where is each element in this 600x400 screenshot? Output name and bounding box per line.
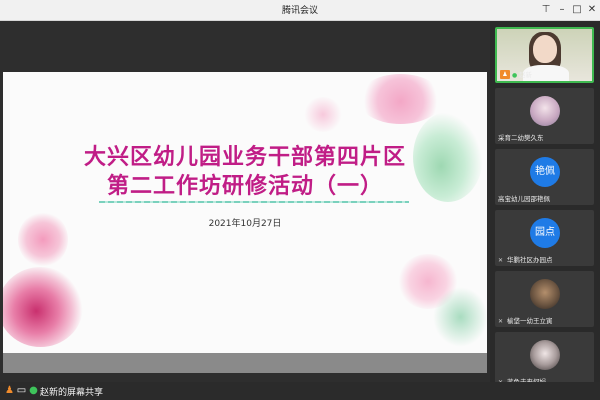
screen-share-label: 赵新的屏幕共享 [40, 388, 104, 398]
participant-tile[interactable]: 园点 ✕ 华鹏社区办园点 [495, 210, 594, 266]
participant-name: 高宝幼儿园邵艳佩 [498, 195, 550, 203]
slide-bottom-strip [3, 353, 487, 373]
participant-panel: ♟ ● 赵新 采育二幼樊久东 艳佩 高宝幼儿园邵艳佩 园点 ✕ 华鹏社区办园点 … [490, 21, 600, 388]
window-title: 腾讯会议 [281, 6, 318, 16]
participant-name: 华鹏社区办园点 [507, 256, 553, 264]
participant-tile[interactable]: ✕ 榆垡一幼王立寅 [495, 271, 594, 327]
slide-title-line1: 大兴区幼儿园业务干部第四片区 [83, 145, 406, 170]
avatar [530, 96, 560, 126]
slide-divider [99, 201, 409, 203]
close-button[interactable]: ✕ [584, 2, 600, 18]
avatar [530, 279, 560, 309]
user-icon: ♟ [500, 70, 510, 79]
participant-tile[interactable]: 采育二幼樊久东 [495, 88, 594, 144]
avatar-badge: 艳佩 [530, 157, 560, 187]
pin-icon[interactable]: ⊤ [538, 2, 554, 18]
minimize-button[interactable]: – [554, 2, 570, 18]
microphone-icon[interactable]: ● [28, 385, 39, 396]
window-titlebar: 腾讯会议 ⊤ – □ ✕ [0, 0, 600, 21]
participant-tile[interactable]: ♟ ● 赵新 [495, 27, 594, 83]
participant-name: 榆垡一幼王立寅 [507, 317, 553, 325]
muted-mic-icon: ✕ [498, 257, 504, 264]
presentation-slide: 大兴区幼儿园业务干部第四片区 第二工作坊研修活动（一） 2021年10月27日 [3, 72, 487, 353]
slide-title-line2: 第二工作坊研修活动（一） [106, 174, 383, 199]
muted-mic-icon: ✕ [498, 318, 504, 325]
user-icon[interactable]: ♟ [4, 385, 15, 396]
leaves-bottom-right [433, 287, 487, 347]
shared-screen-area: 大兴区幼儿园业务干部第四片区 第二工作坊研修活动（一） 2021年10月27日 [0, 21, 490, 383]
participant-tile[interactable]: 艳佩 高宝幼儿园邵艳佩 [495, 149, 594, 205]
screen-share-icon[interactable]: ▭ [16, 385, 27, 396]
participant-name: 采育二幼樊久东 [498, 134, 544, 142]
avatar-badge: 园点 [530, 218, 560, 248]
participant-name: 赵新 [519, 71, 532, 79]
bottom-status-bar: ♟ ▭ ● 赵新的屏幕共享 [0, 382, 600, 400]
avatar [530, 340, 560, 370]
microphone-icon: ● [512, 72, 518, 79]
flower-bottom-left [3, 267, 83, 347]
participant-tile[interactable]: ✕ 蓝色未来何娟 [495, 332, 594, 388]
flower-top-right-small [303, 97, 343, 132]
maximize-button[interactable]: □ [569, 2, 585, 18]
slide-date: 2021年10月27日 [208, 219, 282, 229]
